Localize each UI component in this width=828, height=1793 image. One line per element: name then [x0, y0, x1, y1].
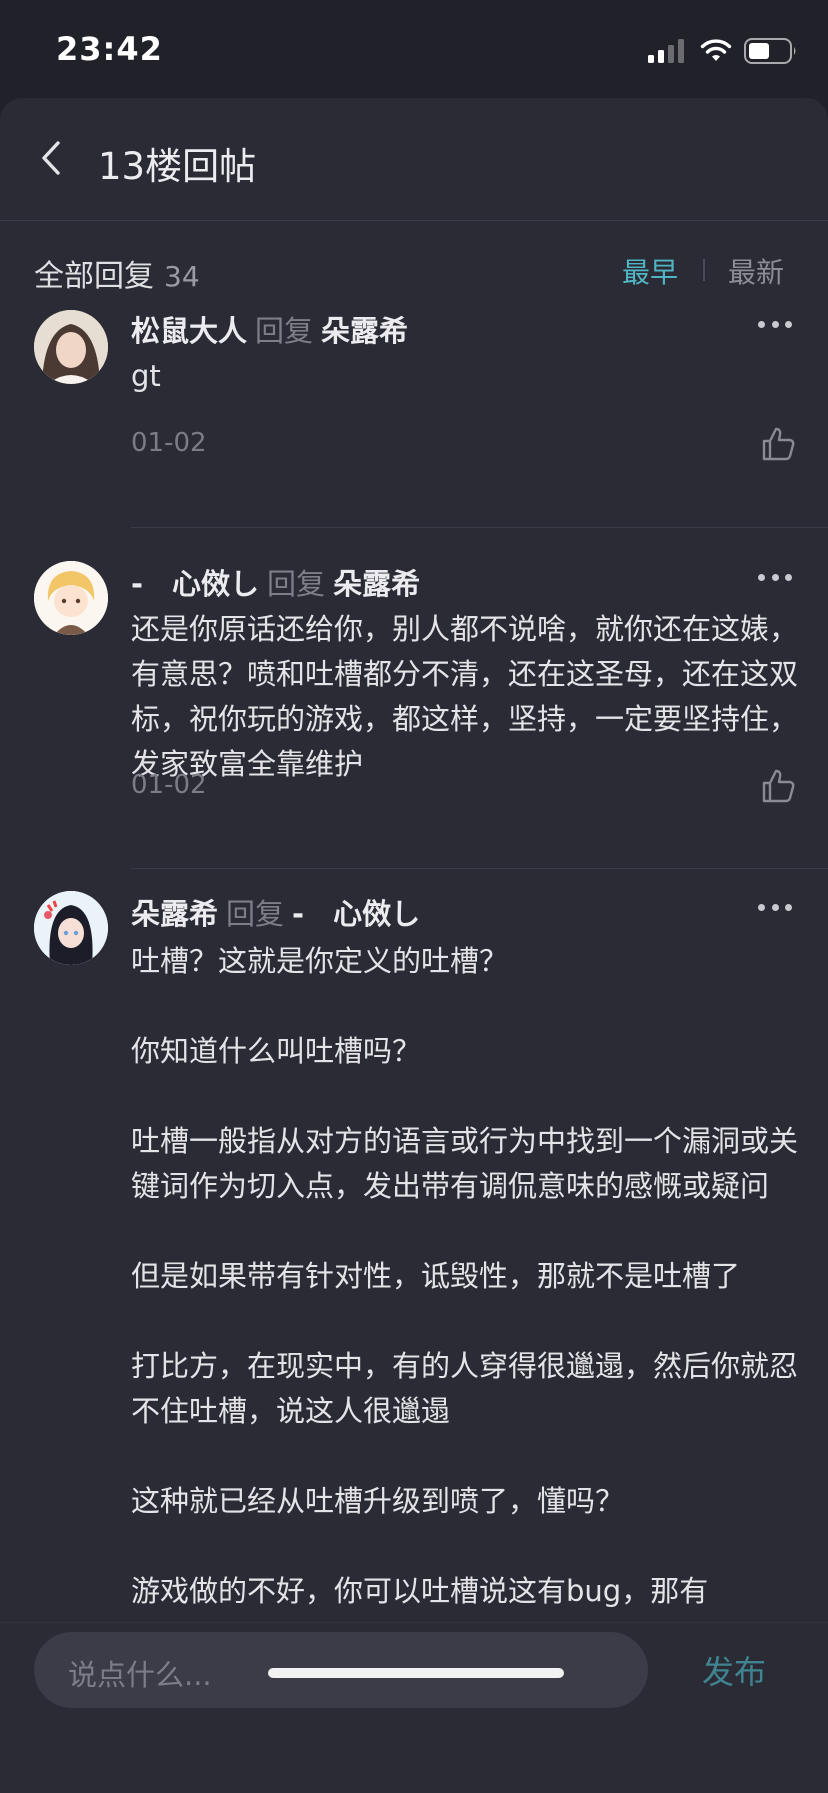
reply-text: gt [131, 359, 161, 393]
dot [771, 320, 779, 328]
sort-divider [703, 259, 705, 281]
reply-date: 01-02 [131, 428, 207, 458]
dot [785, 903, 792, 911]
dot [758, 573, 765, 581]
reply-text: 还是你原话还给你，别人都不说啥，就你还在这婊，有意思？喷和吐槽都分不清，还在这圣… [131, 612, 799, 781]
reply-item: - 心傚し 回复 朵露希 还是你原话还给你，别人都不说啥，就你还在这婊，有意思？喷和… [0, 527, 828, 869]
reply-username[interactable]: 朵露希 [131, 897, 218, 931]
avatar[interactable] [34, 310, 108, 384]
page-title: 13楼回帖 [98, 145, 257, 188]
dot [785, 320, 792, 328]
reply-username[interactable]: 松鼠大人 [131, 314, 247, 348]
dot [758, 903, 765, 911]
reply-text: 但是如果带有针对性，诋毁性，那就不是吐槽了 [131, 1259, 741, 1293]
home-indicator [268, 1668, 564, 1678]
reply-text: 吐槽一般指从对方的语言或行为中找到一个漏洞或关键词作为切入点，发出带有调侃意味的… [131, 1124, 799, 1203]
reply-body: gt [131, 354, 801, 399]
chevron-left-icon [42, 141, 60, 175]
more-options-button[interactable] [758, 571, 792, 583]
status-bar: 23:42 [0, 0, 828, 98]
thumbs-up-icon[interactable] [760, 768, 796, 804]
dot [771, 903, 779, 911]
more-options-button[interactable] [758, 901, 792, 913]
nav-bar: 13楼回帖 [0, 98, 828, 221]
reply-text: 你知道什么叫吐槽吗？ [131, 1034, 422, 1068]
user-avatar-image [34, 891, 108, 965]
status-time: 23:42 [56, 30, 163, 68]
sort-newest-tab[interactable]: 最新 [728, 251, 784, 291]
reply-header: 松鼠大人 回复 朵露希 [131, 308, 408, 350]
battery-icon [744, 38, 796, 64]
reply-word: 回复 [267, 567, 326, 601]
reply-date: 01-02 [131, 770, 207, 800]
reply-word: 回复 [255, 314, 314, 348]
status-icons [648, 36, 798, 66]
reply-target-username[interactable]: - 心傚し [292, 897, 420, 931]
more-options-button[interactable] [758, 318, 792, 330]
reply-item: 朵露希 回复 - 心傚し 吐槽？这就是你定义的吐槽？ 你知道什么叫吐槽吗？ 吐槽一般… [0, 869, 828, 1720]
reply-target-username[interactable]: 朵露希 [321, 314, 408, 348]
dot [771, 573, 779, 581]
reply-word: 回复 [226, 897, 285, 931]
dot [758, 320, 765, 328]
reply-header: 朵露希 回复 - 心傚し [131, 891, 420, 933]
all-replies-heading: 全部回复 34 [34, 251, 200, 295]
reply-text: 这种就已经从吐槽升级到喷了，懂吗？ [131, 1484, 625, 1518]
user-avatar-image [34, 561, 108, 635]
dot [785, 573, 792, 581]
avatar[interactable] [34, 561, 108, 635]
signal-icon [648, 39, 684, 63]
comment-input-placeholder: 说点什么... [68, 1658, 212, 1692]
publish-button[interactable]: 发布 [702, 1647, 766, 1693]
reply-sheet: 13楼回帖 全部回复 34 最早 最新 松鼠大人 回复 朵露希 gt 01-02… [0, 98, 828, 1793]
wifi-icon [700, 39, 732, 61]
reply-header: - 心傚し 回复 朵露希 [131, 561, 420, 603]
thumbs-up-icon[interactable] [760, 426, 796, 462]
sort-earliest-tab[interactable]: 最早 [622, 251, 678, 291]
user-avatar-image [34, 310, 108, 384]
reply-text: 打比方，在现实中，有的人穿得很邋遢，然后你就忍不住吐槽，说这人很邋遢 [131, 1349, 799, 1428]
avatar[interactable] [34, 891, 108, 965]
all-replies-label: 全部回复 [34, 259, 154, 294]
reply-body: 还是你原话还给你，别人都不说啥，就你还在这婊，有意思？喷和吐槽都分不清，还在这圣… [131, 607, 801, 787]
reply-count: 34 [164, 260, 200, 293]
reply-list[interactable]: 松鼠大人 回复 朵露希 gt 01-02 - 心傚し 回复 朵露希 还是你原话还… [0, 306, 828, 1720]
back-button[interactable] [30, 136, 70, 180]
reply-filter-bar: 全部回复 34 最早 最新 [0, 221, 828, 306]
reply-target-username[interactable]: 朵露希 [333, 567, 420, 601]
reply-text: 吐槽？这就是你定义的吐槽？ [131, 944, 509, 978]
reply-text: 游戏做的不好，你可以吐槽说这有bug，那有 [131, 1574, 709, 1608]
reply-body: 吐槽？这就是你定义的吐槽？ 你知道什么叫吐槽吗？ 吐槽一般指从对方的语言或行为中… [131, 939, 801, 1614]
reply-username[interactable]: - 心傚し [131, 567, 259, 601]
